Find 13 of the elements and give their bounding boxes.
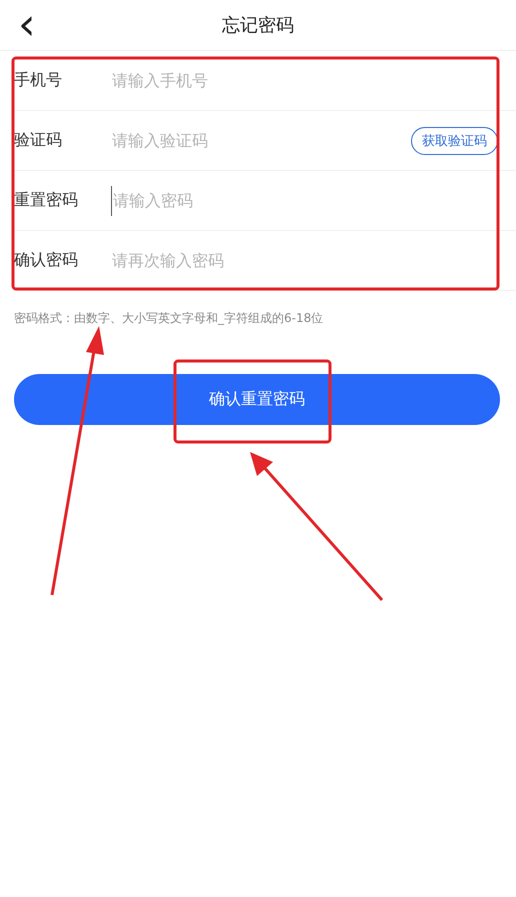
- page-title: 忘记密码: [222, 14, 294, 37]
- field-label: 重置密码: [14, 190, 79, 211]
- input-field[interactable]: 请再次输入密码: [111, 246, 516, 276]
- get-code-button[interactable]: 获取验证码: [411, 126, 498, 154]
- confirm-reset-button[interactable]: 确认重置密码: [14, 374, 500, 425]
- field-label: 确认密码: [14, 250, 79, 271]
- input-field[interactable]: 请输入密码: [111, 186, 516, 216]
- input-field[interactable]: 请输入验证码: [111, 126, 411, 156]
- input-field[interactable]: 请输入手机号: [111, 66, 516, 96]
- password-hint: 密码格式：由数字、大小写英文字母和_字符组成的6-18位: [14, 311, 324, 325]
- field-label: 手机号: [14, 70, 63, 91]
- back-button[interactable]: ‹: [14, 0, 40, 50]
- field-label: 验证码: [14, 130, 63, 151]
